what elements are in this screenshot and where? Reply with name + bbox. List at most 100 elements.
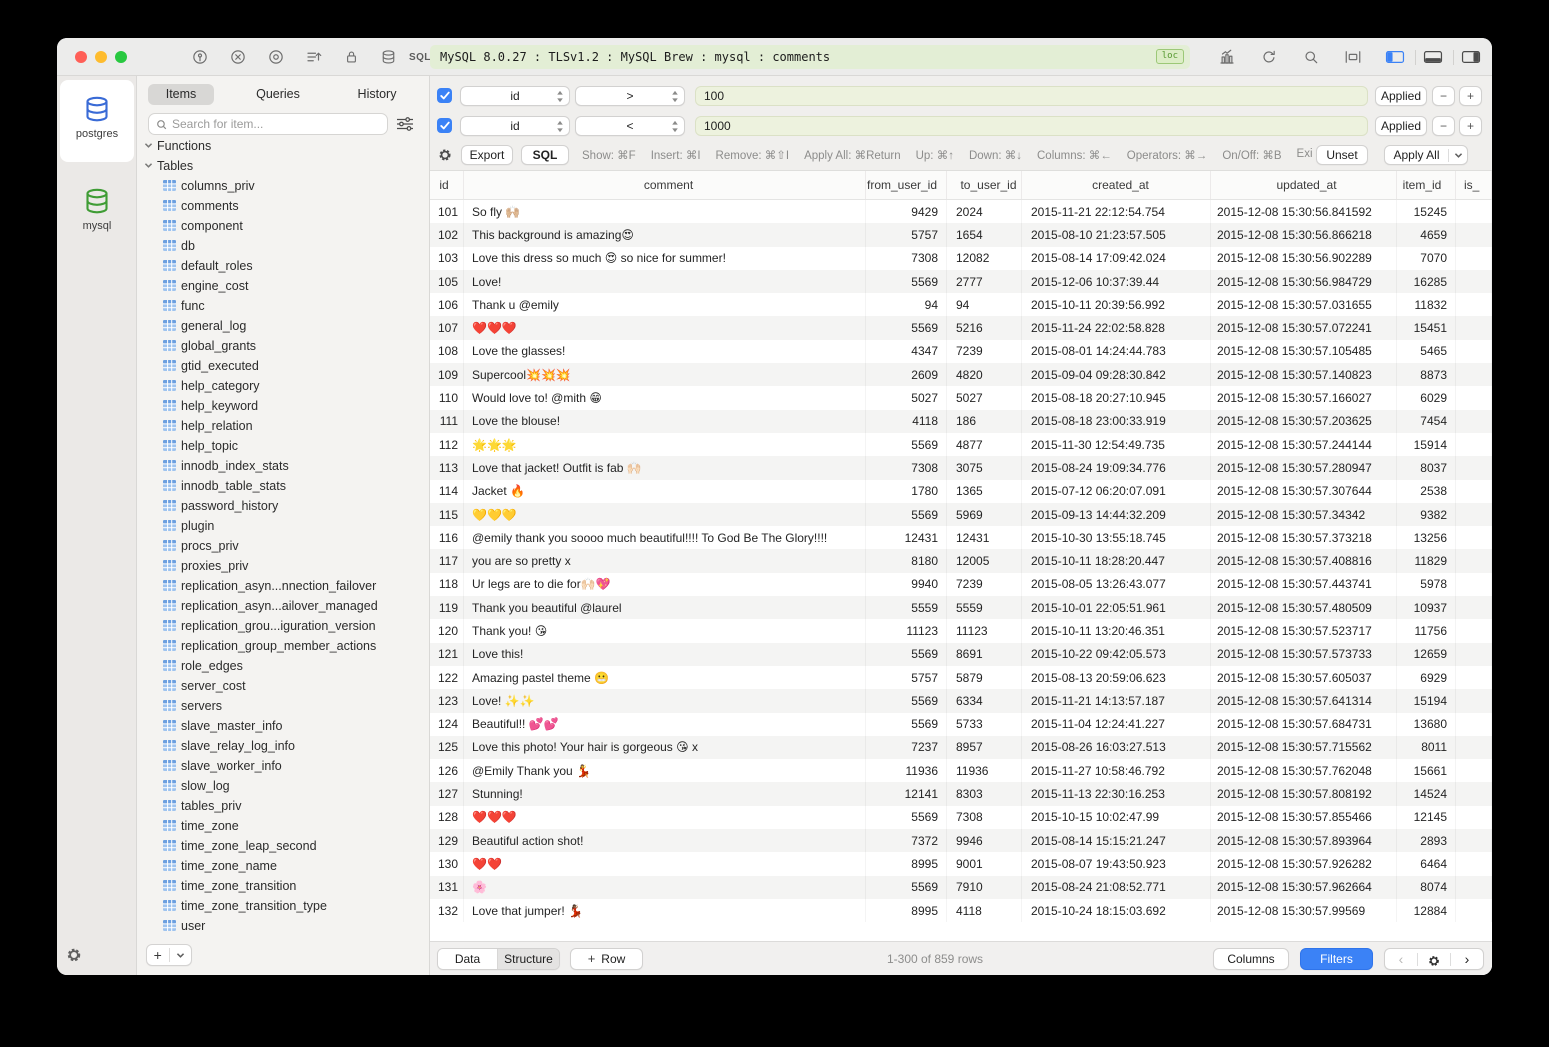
cell-created-at[interactable]: 2015-08-01 14:24:44.783	[1022, 340, 1211, 363]
cell-to-user-id[interactable]: 9946	[947, 829, 1022, 852]
cell-from-user-id[interactable]: 5569	[866, 503, 947, 526]
sidebar-table-server_cost[interactable]: server_cost	[137, 676, 429, 696]
cell-item-id[interactable]: 15194	[1397, 689, 1456, 712]
cell-from-user-id[interactable]: 12431	[866, 526, 947, 549]
filter-operator-select[interactable]: <	[575, 116, 685, 136]
sql-editor-button[interactable]: SQL	[409, 52, 431, 63]
cell-to-user-id[interactable]: 7239	[947, 340, 1022, 363]
cell-created-at[interactable]: 2015-08-24 19:09:34.776	[1022, 456, 1211, 479]
sidebar-table-time_zone_leap_second[interactable]: time_zone_leap_second	[137, 836, 429, 856]
cell-to-user-id[interactable]: 12431	[947, 526, 1022, 549]
table-row[interactable]: 108Love the glasses!434772392015-08-01 1…	[430, 340, 1492, 363]
cell-from-user-id[interactable]: 8995	[866, 852, 947, 875]
cell-from-user-id[interactable]: 4347	[866, 340, 947, 363]
cell-to-user-id[interactable]: 2777	[947, 270, 1022, 293]
sidebar-table-engine_cost[interactable]: engine_cost	[137, 276, 429, 296]
cell-to-user-id[interactable]: 1654	[947, 223, 1022, 246]
cell-is[interactable]	[1456, 247, 1492, 270]
cell-from-user-id[interactable]: 4118	[866, 410, 947, 433]
cell-updated-at[interactable]: 2015-12-08 15:30:57.443741	[1211, 573, 1397, 596]
cell-is[interactable]	[1456, 573, 1492, 596]
cell-item-id[interactable]: 4659	[1397, 223, 1456, 246]
cell-updated-at[interactable]: 2015-12-08 15:30:57.244144	[1211, 433, 1397, 456]
cell-comment[interactable]: ❤️❤️❤️	[464, 316, 866, 339]
chart-icon[interactable]	[1217, 48, 1237, 66]
column-header-item-id[interactable]: item_id	[1397, 171, 1456, 199]
table-row[interactable]: 107❤️❤️❤️556952162015-11-24 22:02:58.828…	[430, 316, 1492, 339]
cell-id[interactable]: 101	[430, 200, 464, 223]
cell-created-at[interactable]: 2015-11-27 10:58:46.792	[1022, 759, 1211, 782]
cell-is[interactable]	[1456, 340, 1492, 363]
sidebar-table-db[interactable]: db	[137, 236, 429, 256]
cell-created-at[interactable]: 2015-11-21 22:12:54.754	[1022, 200, 1211, 223]
cell-updated-at[interactable]: 2015-12-08 15:30:57.684731	[1211, 713, 1397, 736]
cell-from-user-id[interactable]: 5569	[866, 270, 947, 293]
cell-id[interactable]: 110	[430, 386, 464, 409]
cell-updated-at[interactable]: 2015-12-08 15:30:57.962664	[1211, 876, 1397, 899]
minimize-window-button[interactable]	[95, 51, 107, 63]
cell-item-id[interactable]: 9382	[1397, 503, 1456, 526]
cell-to-user-id[interactable]: 8957	[947, 736, 1022, 759]
cell-created-at[interactable]: 2015-08-26 16:03:27.513	[1022, 736, 1211, 759]
column-header-updated-at[interactable]: updated_at	[1211, 171, 1397, 199]
cell-created-at[interactable]: 2015-09-13 14:44:32.209	[1022, 503, 1211, 526]
cell-from-user-id[interactable]: 7308	[866, 456, 947, 479]
filter-enabled-checkbox[interactable]	[437, 88, 452, 103]
cell-to-user-id[interactable]: 5733	[947, 713, 1022, 736]
cell-from-user-id[interactable]: 9429	[866, 200, 947, 223]
cell-is[interactable]	[1456, 200, 1492, 223]
connection-pin-icon[interactable]	[190, 48, 210, 66]
filters-button[interactable]: Filters	[1300, 948, 1373, 970]
cell-to-user-id[interactable]: 94	[947, 293, 1022, 316]
sidebar-table-func[interactable]: func	[137, 296, 429, 316]
cell-created-at[interactable]: 2015-11-24 22:02:58.828	[1022, 316, 1211, 339]
toggle-left-panel-icon[interactable]	[1385, 48, 1405, 66]
cell-comment[interactable]: 🌸	[464, 876, 866, 899]
zoom-window-button[interactable]	[115, 51, 127, 63]
cell-to-user-id[interactable]: 4820	[947, 363, 1022, 386]
sidebar-table-slave_master_info[interactable]: slave_master_info	[137, 716, 429, 736]
settings-gear-icon[interactable]	[65, 946, 83, 964]
cell-is[interactable]	[1456, 736, 1492, 759]
cell-from-user-id[interactable]: 5757	[866, 223, 947, 246]
cell-item-id[interactable]: 10937	[1397, 596, 1456, 619]
cell-from-user-id[interactable]: 5569	[866, 643, 947, 666]
cell-updated-at[interactable]: 2015-12-08 15:30:56.984729	[1211, 270, 1397, 293]
cell-comment[interactable]: Love that jacket! Outfit is fab 🙌🏻	[464, 456, 866, 479]
cell-created-at[interactable]: 2015-11-30 12:54:49.735	[1022, 433, 1211, 456]
cell-id[interactable]: 111	[430, 410, 464, 433]
cell-from-user-id[interactable]: 5569	[866, 806, 947, 829]
cell-is[interactable]	[1456, 876, 1492, 899]
cell-updated-at[interactable]: 2015-12-08 15:30:57.855466	[1211, 806, 1397, 829]
table-row[interactable]: 116@emily thank you soooo much beautiful…	[430, 526, 1492, 549]
cell-updated-at[interactable]: 2015-12-08 15:30:57.072241	[1211, 316, 1397, 339]
connection-postgres[interactable]: postgres	[60, 80, 134, 162]
cell-item-id[interactable]: 12145	[1397, 806, 1456, 829]
cell-is[interactable]	[1456, 899, 1492, 922]
cell-comment[interactable]: Thank u @emily	[464, 293, 866, 316]
cell-is[interactable]	[1456, 713, 1492, 736]
cell-is[interactable]	[1456, 643, 1492, 666]
cell-updated-at[interactable]: 2015-12-08 15:30:57.031655	[1211, 293, 1397, 316]
sidebar-table-general_log[interactable]: general_log	[137, 316, 429, 336]
cell-id[interactable]: 122	[430, 666, 464, 689]
add-item-button[interactable]: +	[146, 944, 192, 966]
sidebar-table-help_keyword[interactable]: help_keyword	[137, 396, 429, 416]
cell-id[interactable]: 117	[430, 549, 464, 572]
sidebar-table-comments[interactable]: comments	[137, 196, 429, 216]
table-row[interactable]: 129Beautiful action shot!737299462015-08…	[430, 829, 1492, 852]
cell-created-at[interactable]: 2015-08-10 21:23:57.505	[1022, 223, 1211, 246]
cell-to-user-id[interactable]: 4118	[947, 899, 1022, 922]
cell-item-id[interactable]: 12659	[1397, 643, 1456, 666]
cell-to-user-id[interactable]: 7239	[947, 573, 1022, 596]
cell-id[interactable]: 119	[430, 596, 464, 619]
cell-is[interactable]	[1456, 596, 1492, 619]
cell-comment[interactable]: Love the blouse!	[464, 410, 866, 433]
cell-from-user-id[interactable]: 1780	[866, 480, 947, 503]
cell-item-id[interactable]: 5465	[1397, 340, 1456, 363]
cell-item-id[interactable]: 6929	[1397, 666, 1456, 689]
sidebar-table-proxies_priv[interactable]: proxies_priv	[137, 556, 429, 576]
cell-comment[interactable]: Love that jumper! 💃🏾	[464, 899, 866, 922]
cell-id[interactable]: 112	[430, 433, 464, 456]
cell-id[interactable]: 118	[430, 573, 464, 596]
